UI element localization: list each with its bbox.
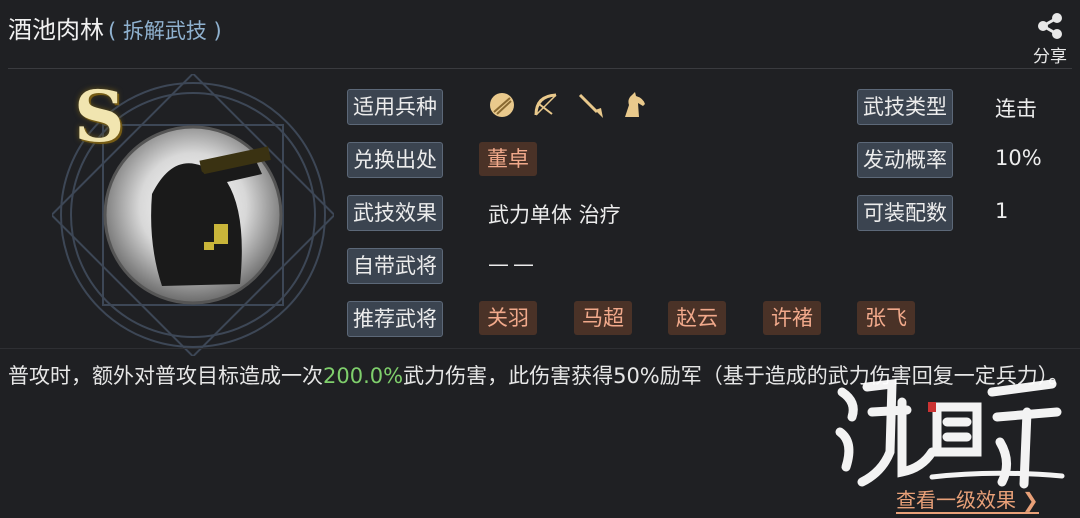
own-general-value: —— xyxy=(488,252,538,276)
description-text: 普攻时，额外对普攻目标造成一次 xyxy=(8,364,323,388)
watermark-logo xyxy=(835,378,1065,489)
label-source: 兑换出处 xyxy=(347,142,443,178)
recommended-general-chip[interactable]: 关羽 xyxy=(479,301,537,335)
view-level-one-label: 查看一级效果 xyxy=(896,488,1016,512)
label-recommended: 推荐武将 xyxy=(347,301,443,337)
label-trigger-rate: 发动概率 xyxy=(857,142,953,178)
chevron-right-icon: ❯ xyxy=(1022,488,1039,512)
share-icon xyxy=(1038,13,1062,39)
label-own-general: 自带武将 xyxy=(347,248,443,284)
shield-icon xyxy=(490,93,514,117)
header-divider xyxy=(8,68,1072,69)
spear-icon xyxy=(578,93,603,118)
horse-icon xyxy=(625,92,645,117)
recommended-general-chip[interactable]: 张飞 xyxy=(857,301,915,335)
skill-category: ( 拆解武技 ) xyxy=(108,19,222,43)
bow-icon xyxy=(534,93,557,116)
description-highlight: 200.0% xyxy=(323,364,404,388)
label-skill-type: 武技类型 xyxy=(857,89,953,125)
effect-value: 武力单体 治疗 xyxy=(488,203,621,227)
page-title: 酒池肉林( 拆解武技 ) xyxy=(8,10,222,45)
equip-count-value: 1 xyxy=(995,199,1009,223)
share-button[interactable]: 分享 xyxy=(1028,12,1072,67)
label-effect: 武技效果 xyxy=(347,195,443,231)
view-level-one-link[interactable]: 查看一级效果 ❯ xyxy=(896,488,1039,514)
source-general-chip[interactable]: 董卓 xyxy=(479,142,537,176)
skill-name: 酒池肉林 xyxy=(8,16,104,44)
skill-type-value: 连击 xyxy=(995,97,1037,121)
share-label: 分享 xyxy=(1033,47,1067,67)
recommended-general-chip[interactable]: 赵云 xyxy=(668,301,726,335)
trigger-rate-value: 10% xyxy=(995,146,1042,170)
troop-type-icons xyxy=(487,90,649,120)
recommended-general-chip[interactable]: 马超 xyxy=(574,301,632,335)
recommended-general-chip[interactable]: 许褚 xyxy=(763,301,821,335)
skill-grade: S xyxy=(74,75,125,158)
section-divider xyxy=(0,348,1080,349)
label-troop-types: 适用兵种 xyxy=(347,89,443,125)
label-equip-count: 可装配数 xyxy=(857,195,953,231)
